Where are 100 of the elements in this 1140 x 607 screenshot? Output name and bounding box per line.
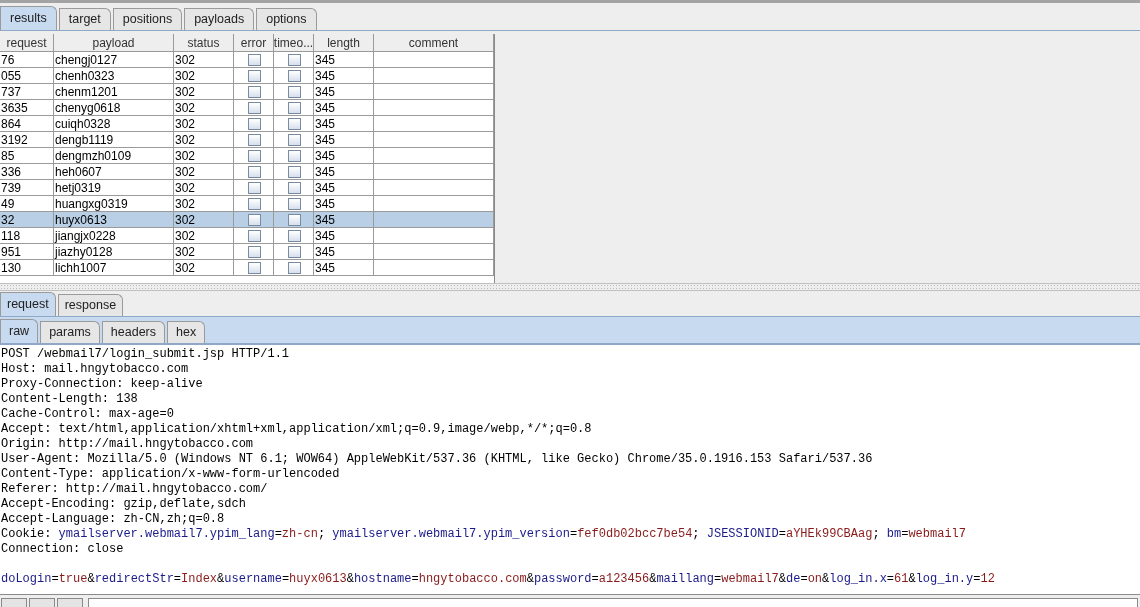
table-cell: 345	[315, 132, 336, 147]
toolbar-button[interactable]	[29, 598, 55, 607]
tab[interactable]: hex	[167, 321, 206, 343]
table-cell: 302	[175, 164, 196, 179]
table-cell: 302	[175, 180, 196, 195]
table-cell: 864	[1, 116, 22, 131]
table-row[interactable]: 3192 dengb1119 302 345	[0, 132, 494, 148]
tab[interactable]: options	[256, 8, 317, 30]
tab[interactable]: headers	[101, 321, 166, 343]
checkbox[interactable]	[287, 133, 301, 146]
table-cell: 345	[315, 228, 336, 243]
tab[interactable]: results	[0, 6, 57, 30]
table-row[interactable]: 336 heh0607 302 345	[0, 164, 494, 180]
table-row[interactable]: 118 jiangjx0228 302 345	[0, 228, 494, 244]
tab[interactable]: params	[40, 321, 100, 343]
checkbox[interactable]	[247, 53, 261, 66]
table-row[interactable]: 739 hetj0319 302 345	[0, 180, 494, 196]
checkbox[interactable]	[287, 245, 301, 258]
checkbox[interactable]	[247, 149, 261, 162]
table-row[interactable]: 864 cuiqh0328 302 345	[0, 116, 494, 132]
table-cell: 49	[1, 196, 15, 211]
raw-request-text[interactable]: POST /webmail7/login_submit.jsp HTTP/1.1 Host: mail.hngytobacco.com Proxy-Connection: keep-alive Content-Length: 138 Cache-Control: max-age=0 Accept: text/html,application/xhtml+xml,application/xml;q=0.9,image/webp,*/*;q=0.8 Origin: http://mail.hngytobacco.com User-Agent: Mozilla/5.0 (Windows NT 6.1; WOW64) AppleWebKit/537.36 (KHTML, like Gecko) Chrome/35.0.1916.153 Safari/537.36 Content-Type: application/x-www-form-urlencoded Referer: http://mail.hngytobacco.com/ Accept-Encoding: gzip,deflate,sdch Accept-Language: zh-CN,zh;q=0.8 Cookie: ymailserver.webmail7.ypim_lang=zh-cn; ymailserver.webmail7.ypim_version=fef0db02bcc7be54; JSESSIONID=aYHEk99CBAag; bm=webmail7 Connection: close doLogin=true&redirectStr=Index&username=huyx0613&hostname=hngytobacco.com&password=a123456&maillang=webmail7&de=on&log_in.x=61&log_in.y=12	[0, 345, 1140, 595]
checkbox[interactable]	[287, 261, 301, 274]
checkbox[interactable]	[287, 85, 301, 98]
table-cell: 345	[315, 164, 336, 179]
table-row[interactable]: 32 huyx0613 302 345	[0, 212, 494, 228]
table-cell: 302	[175, 84, 196, 99]
table-cell: lichh1007	[55, 260, 107, 275]
table-row[interactable]: 3635 chenyg0618 302 345	[0, 100, 494, 116]
table-row[interactable]: 130 lichh1007 302 345	[0, 260, 494, 276]
table-cell: 739	[1, 180, 22, 195]
table-cell: 345	[315, 196, 336, 211]
tab[interactable]: request	[0, 292, 56, 316]
checkbox[interactable]	[287, 69, 301, 82]
table-cell: 345	[315, 148, 336, 163]
checkbox[interactable]	[287, 149, 301, 162]
table-cell: chengj0127	[55, 52, 118, 67]
table-cell: 302	[175, 68, 196, 83]
table-cell: 3192	[1, 132, 28, 147]
table-cell: 302	[175, 116, 196, 131]
checkbox[interactable]	[247, 229, 261, 242]
table-cell: 302	[175, 260, 196, 275]
checkbox[interactable]	[287, 53, 301, 66]
tab[interactable]: payloads	[184, 8, 255, 30]
checkbox[interactable]	[247, 197, 261, 210]
table-cell: 76	[1, 52, 15, 67]
table-cell: 345	[315, 116, 336, 131]
table-cell: 130	[1, 260, 22, 275]
tab[interactable]: response	[57, 294, 124, 316]
table-row[interactable]: 85 dengmzh0109 302 345	[0, 148, 494, 164]
tab[interactable]: positions	[112, 8, 183, 30]
checkbox[interactable]	[287, 165, 301, 178]
table-row[interactable]: 951 jiazhy0128 302 345	[0, 244, 494, 260]
table-cell: 345	[315, 52, 336, 67]
checkbox[interactable]	[287, 101, 301, 114]
table-cell: dengmzh0109	[55, 148, 132, 163]
checkbox[interactable]	[247, 101, 261, 114]
checkbox[interactable]	[247, 261, 261, 274]
checkbox[interactable]	[247, 181, 261, 194]
table-cell: 302	[175, 132, 196, 147]
table-cell: 345	[315, 212, 336, 227]
tab[interactable]: target	[58, 8, 111, 30]
table-cell: 302	[175, 196, 196, 211]
table-row[interactable]: 737 chenm1201 302 345	[0, 84, 494, 100]
table-cell: 345	[315, 260, 336, 275]
table-cell: cuiqh0328	[55, 116, 111, 131]
checkbox[interactable]	[247, 69, 261, 82]
checkbox[interactable]	[287, 213, 301, 226]
table-cell: chenm1201	[55, 84, 118, 99]
checkbox[interactable]	[247, 213, 261, 226]
checkbox[interactable]	[287, 197, 301, 210]
table-row[interactable]: 76 chengj0127 302 345	[0, 52, 494, 68]
table-cell: 302	[175, 244, 196, 259]
table-row[interactable]: 055 chenh0323 302 345	[0, 68, 494, 84]
table-cell: 055	[1, 68, 22, 83]
table-row[interactable]: 49 huangxg0319 302 345	[0, 196, 494, 212]
toolbar-button[interactable]	[57, 598, 83, 607]
table-cell: chenyg0618	[55, 100, 121, 115]
checkbox[interactable]	[247, 245, 261, 258]
tab[interactable]: raw	[0, 319, 39, 343]
table-cell: jiazhy0128	[55, 244, 113, 259]
checkbox[interactable]	[247, 133, 261, 146]
checkbox[interactable]	[287, 181, 301, 194]
toolbar-button[interactable]	[1, 598, 27, 607]
checkbox[interactable]	[247, 165, 261, 178]
table-cell: 345	[315, 244, 336, 259]
table-cell: 302	[175, 212, 196, 227]
table-cell: 32	[1, 212, 15, 227]
checkbox[interactable]	[247, 85, 261, 98]
checkbox[interactable]	[287, 117, 301, 130]
splitter-handle[interactable]	[0, 283, 1140, 291]
table-cell: 3635	[1, 100, 28, 115]
checkbox[interactable]	[247, 117, 261, 130]
table-cell: jiangjx0228	[55, 228, 116, 243]
table-cell: huyx0613	[55, 212, 108, 227]
checkbox[interactable]	[287, 229, 301, 242]
table-cell: 345	[315, 100, 336, 115]
table-cell: 336	[1, 164, 22, 179]
table-cell: 302	[175, 100, 196, 115]
search-field[interactable]	[88, 598, 1138, 607]
